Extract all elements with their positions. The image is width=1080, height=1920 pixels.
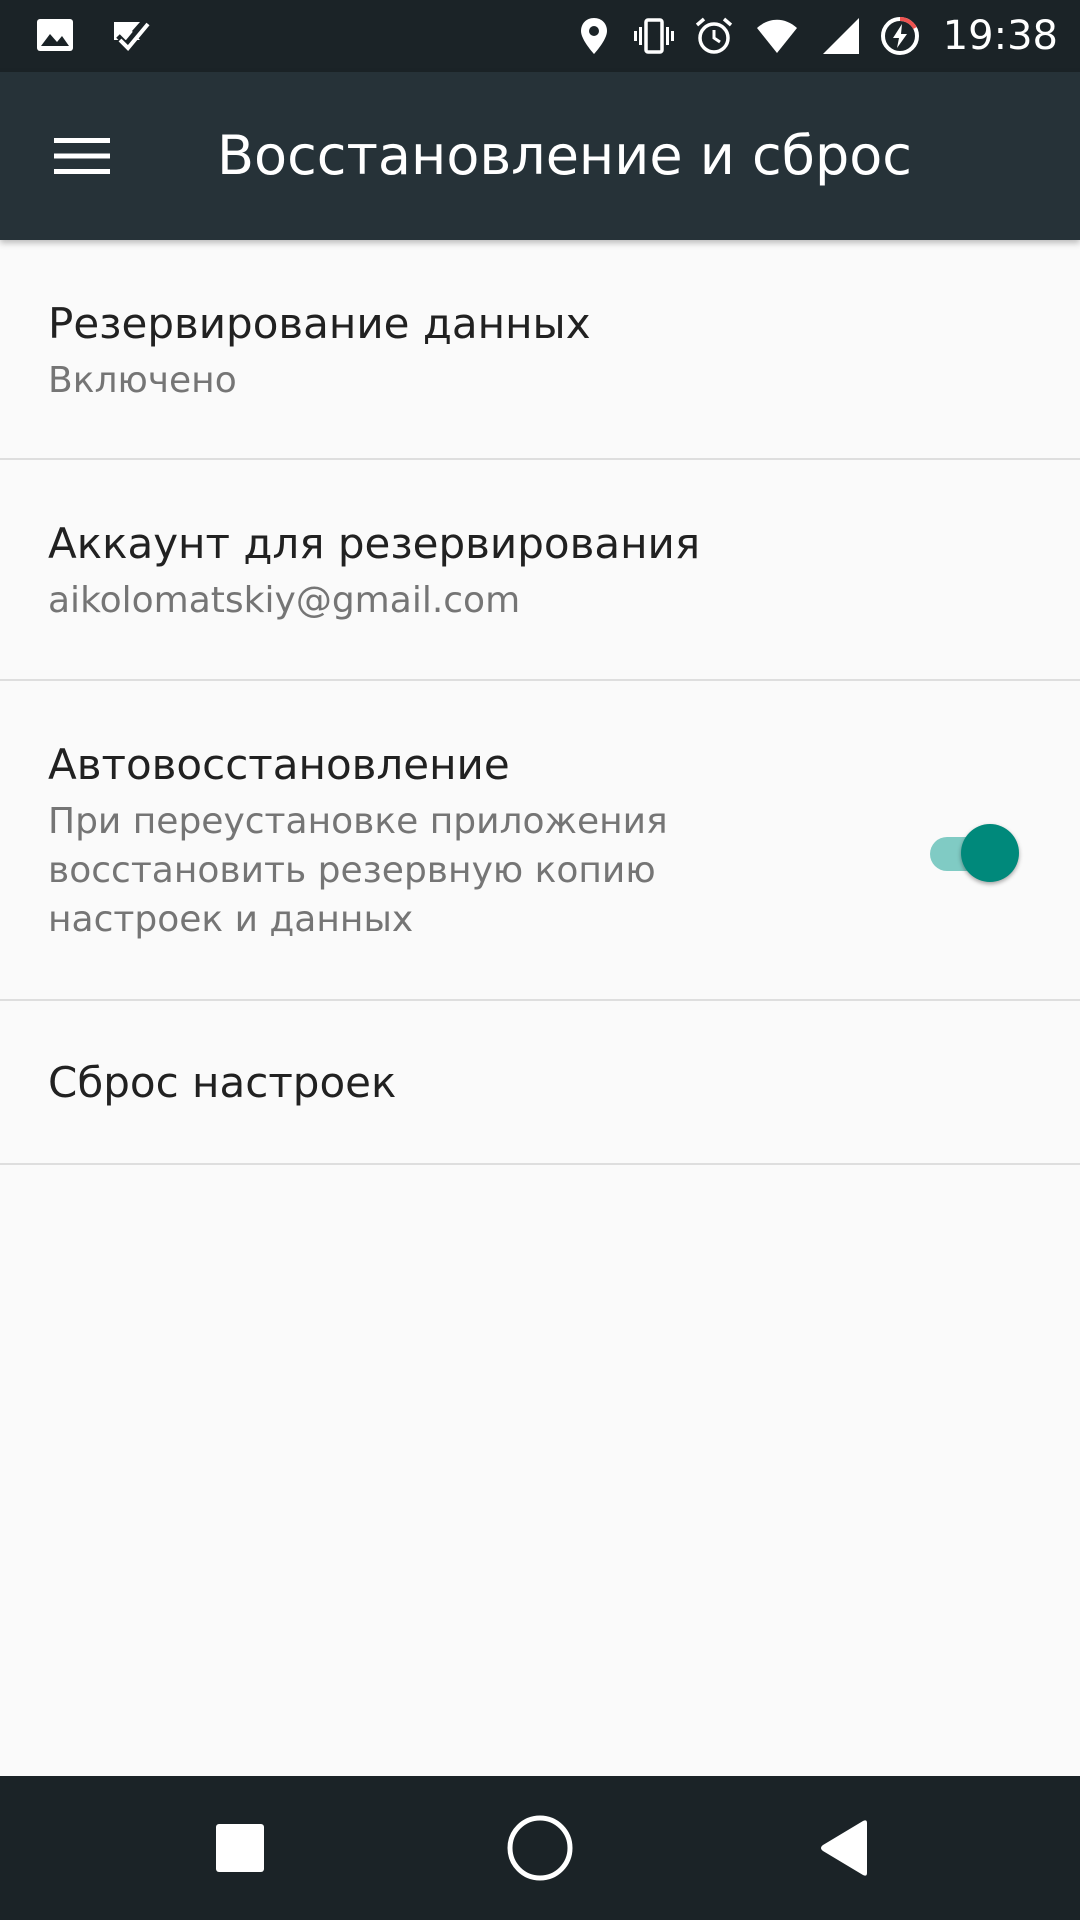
pref-text: Автовосстановление При переустановке при…: [48, 737, 808, 944]
pref-summary: При переустановке приложения восстановит…: [48, 801, 668, 940]
back-button[interactable]: [764, 1776, 924, 1920]
navigation-bar: [0, 1776, 1080, 1920]
screen: 19:38 Восстановление и сброс Резервирова…: [0, 0, 1080, 1920]
vibrate-icon: [633, 18, 674, 54]
pref-item-reset[interactable]: Сброс настроек: [0, 1001, 1080, 1165]
location-icon: [580, 18, 607, 54]
gallery-notification-icon: [37, 19, 73, 51]
back-triangle-icon: [821, 1820, 867, 1876]
wifi-icon: [756, 19, 797, 53]
alarm-icon: [695, 17, 732, 54]
pref-item-autorestore[interactable]: Автовосстановление При переустановке при…: [0, 681, 1080, 1001]
pref-title: Аккаунт для резервирования: [48, 519, 701, 568]
pref-title: Сброс настроек: [48, 1058, 397, 1107]
home-circle-icon: [507, 1815, 573, 1881]
task-done-notification-icon: [114, 20, 150, 51]
page-title: Восстановление и сброс: [217, 124, 912, 187]
hamburger-menu-icon: [54, 138, 110, 174]
battery-charging-icon: [880, 17, 919, 55]
status-bar: 19:38: [0, 0, 1080, 72]
cellular-signal-icon: [822, 18, 859, 54]
pref-item-backup-account[interactable]: Аккаунт для резервирования aikolomatskiy…: [0, 460, 1080, 681]
pref-title: Резервирование данных: [48, 299, 591, 348]
notification-icons: [34, 14, 152, 56]
pref-summary: Включено: [48, 360, 237, 401]
system-status-icons: 19:38: [573, 8, 1058, 64]
pref-title: Автовосстановление: [48, 740, 510, 789]
pref-text: Аккаунт для резервирования aikolomatskiy…: [48, 516, 700, 625]
pref-text: Сброс настроек: [48, 1055, 396, 1111]
pref-item-backup[interactable]: Резервирование данных Включено: [0, 240, 1080, 460]
status-time: 19:38: [942, 13, 1058, 59]
menu-button[interactable]: [38, 112, 126, 200]
pref-text: Резервирование данных Включено: [48, 296, 591, 405]
recents-button[interactable]: [160, 1776, 320, 1920]
recents-square-icon: [216, 1824, 264, 1872]
autorestore-switch[interactable]: [926, 820, 1022, 886]
preferences-list: Резервирование данных Включено Аккаунт д…: [0, 240, 1080, 1165]
switch-thumb: [961, 824, 1019, 882]
app-bar: Восстановление и сброс: [0, 72, 1080, 240]
pref-summary: aikolomatskiy@gmail.com: [48, 580, 521, 621]
home-button[interactable]: [460, 1776, 620, 1920]
